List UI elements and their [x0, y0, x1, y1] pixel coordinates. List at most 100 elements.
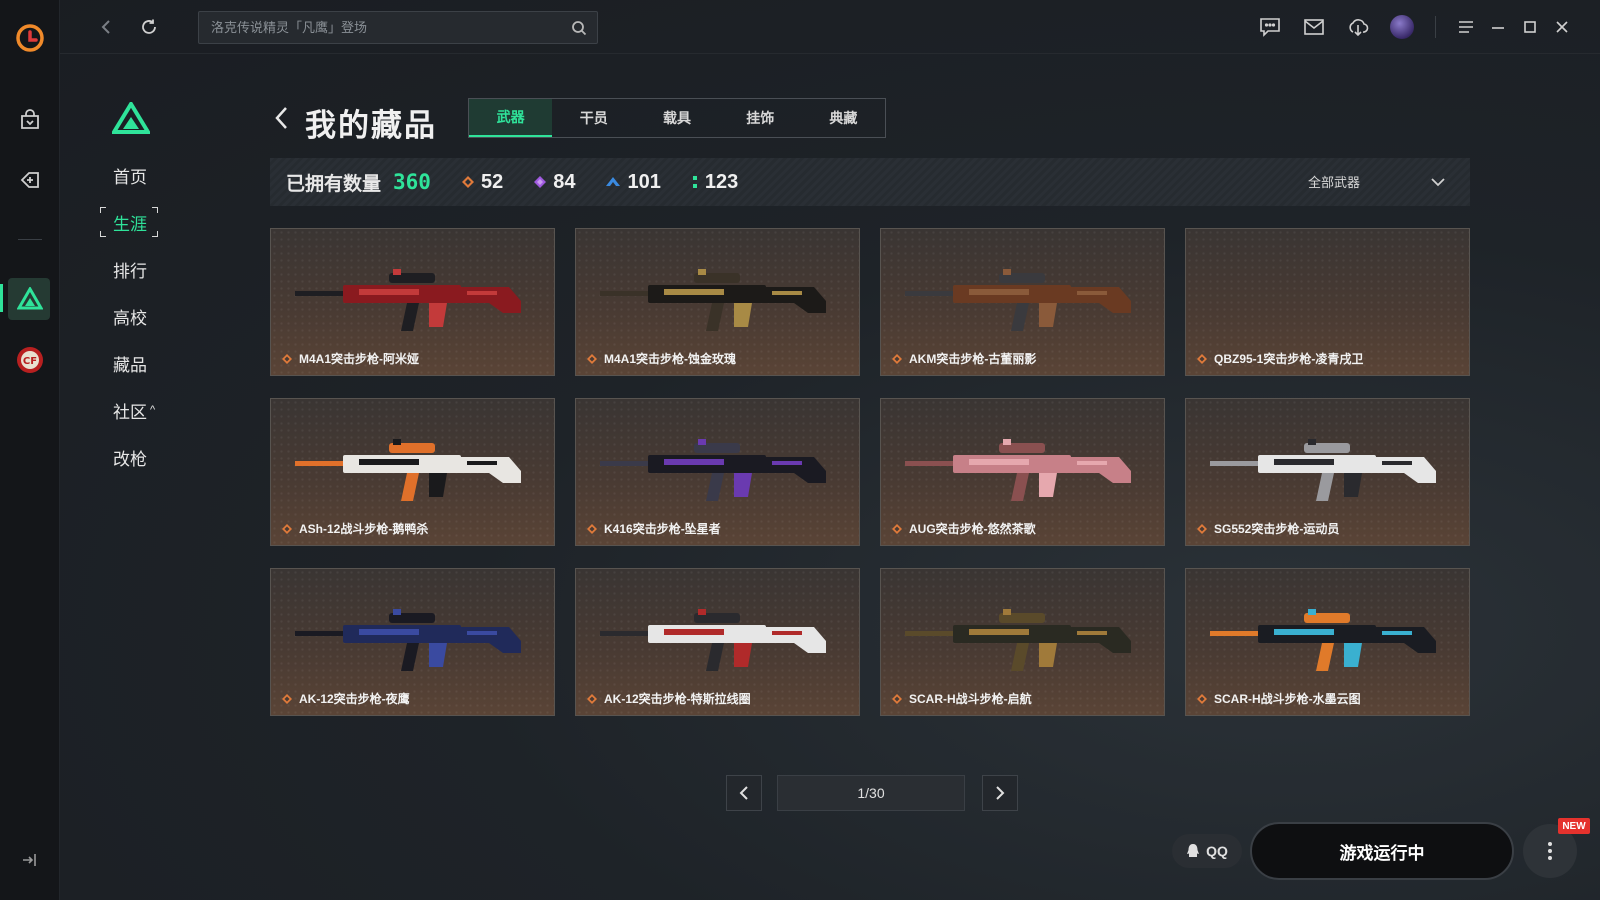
new-badge: NEW: [1558, 818, 1590, 834]
weapon-card[interactable]: AUG突击步枪-悠然茶歌: [880, 398, 1165, 546]
crossfire-game-icon[interactable]: CF: [10, 340, 50, 380]
weapon-filter-dropdown[interactable]: 全部武器: [1308, 172, 1446, 191]
nav-item-ranking[interactable]: 排行: [100, 252, 180, 286]
back-nav-icon[interactable]: [93, 14, 119, 40]
weapon-card[interactable]: SG552突击步枪-运动员: [1185, 398, 1470, 546]
minimize-icon[interactable]: [1484, 14, 1512, 40]
weapon-image: [905, 439, 1131, 501]
back-arrow-icon[interactable]: [272, 104, 290, 137]
orange-diamond-icon: [892, 353, 902, 364]
qq-label: QQ: [1206, 843, 1228, 859]
collapse-sidebar-icon[interactable]: [20, 852, 38, 873]
next-page-button[interactable]: [982, 775, 1018, 811]
maximize-icon[interactable]: [1516, 14, 1544, 40]
nav-item-gunsmith[interactable]: 改枪: [100, 440, 180, 474]
weapon-name: SCAR-H战斗步枪-启航: [909, 692, 1032, 706]
weapon-card[interactable]: SCAR-H战斗步枪-水墨云图: [1185, 568, 1470, 716]
weapon-name: AKM突击步枪-古董丽影: [909, 352, 1037, 366]
orange-diamond-icon: [587, 523, 597, 534]
frame-corner: [100, 207, 106, 213]
app-logo-icon[interactable]: [10, 18, 50, 58]
download-icon[interactable]: [1344, 14, 1372, 40]
page-indicator: 1/30: [777, 775, 965, 811]
weapon-name: K416突击步枪-坠星者: [604, 522, 721, 536]
weapon-image: [1210, 609, 1436, 671]
close-icon[interactable]: [1548, 14, 1576, 40]
tab-vehicles[interactable]: 载具: [635, 99, 718, 137]
weapon-name: ASh-12战斗步枪-鹅鸭杀: [299, 522, 429, 536]
chevron-right-icon: [996, 786, 1005, 800]
weapon-image: [600, 439, 826, 501]
weapon-image: [295, 439, 521, 501]
owned-count-label: 已拥有数量: [286, 173, 382, 195]
orange-diamond-icon: [282, 693, 292, 704]
nav-item-collection[interactable]: 藏品: [100, 346, 180, 380]
stats-bar: 已拥有数量 360 52 84 101 123 全部武器: [270, 158, 1470, 206]
weapon-image: [600, 609, 826, 671]
nav-item-career[interactable]: 生涯: [100, 205, 180, 239]
weapon-card[interactable]: ASh-12战斗步枪-鹅鸭杀: [270, 398, 555, 546]
weapon-card[interactable]: M4A1突击步枪-阿米娅: [270, 228, 555, 376]
nav-item-college[interactable]: 高校: [100, 299, 180, 333]
nav-item-label: 排行: [113, 261, 147, 281]
weapon-card[interactable]: K416突击步枪-坠星者: [575, 398, 860, 546]
owned-count-value: 360: [393, 170, 431, 194]
orange-diamond-icon: [461, 176, 474, 188]
weapon-caption: SCAR-H战斗步枪-水墨云图: [1196, 690, 1361, 707]
search-box[interactable]: [198, 11, 598, 44]
weapon-caption: M4A1突击步枪-阿米娅: [281, 350, 419, 367]
orange-diamond-icon: [587, 353, 597, 364]
weapon-card[interactable]: M4A1突击步枪-蚀金玫瑰: [575, 228, 860, 376]
purple-diamond-icon: [534, 176, 547, 188]
weapon-name: SG552突击步枪-运动员: [1214, 522, 1340, 536]
rarity-count-value: 52: [480, 170, 504, 193]
store-bag-icon[interactable]: [10, 100, 50, 140]
weapon-caption: SG552突击步枪-运动员: [1196, 520, 1339, 537]
weapon-image: [600, 269, 826, 331]
tab-collection-vault[interactable]: 典藏: [802, 99, 885, 137]
nav-item-label: 藏品: [113, 355, 147, 375]
orange-diamond-icon: [1197, 353, 1207, 364]
green-dots-icon: [692, 176, 697, 188]
weapon-caption: QBZ95-1突击步枪-凌青戌卫: [1196, 350, 1363, 367]
search-icon[interactable]: [571, 20, 587, 41]
user-avatar[interactable]: [1388, 14, 1416, 40]
weapon-name: M4A1突击步枪-阿米娅: [299, 352, 420, 366]
tab-weapons[interactable]: 武器: [469, 99, 553, 137]
chat-icon[interactable]: [1256, 14, 1284, 40]
weapon-image: [1210, 439, 1436, 501]
nav-item-community[interactable]: 社区 ^: [100, 393, 180, 427]
qq-penguin-icon: [1187, 844, 1200, 857]
kebab-menu-icon: [1548, 842, 1552, 860]
menu-icon[interactable]: [1452, 14, 1480, 40]
chevron-down-icon: [1431, 177, 1445, 186]
weapon-name: AK-12突击步枪-特斯拉线圈: [604, 692, 751, 706]
delta-force-logo-icon: [110, 100, 152, 139]
rarity-count-blue: 101: [605, 171, 661, 194]
game-running-button[interactable]: 游戏运行中: [1250, 822, 1514, 880]
nav-item-home[interactable]: 首页: [100, 158, 180, 192]
prev-page-button[interactable]: [726, 775, 762, 811]
weapon-name: QBZ95-1突击步枪-凌青戌卫: [1214, 352, 1364, 366]
weapon-caption: ASh-12战斗步枪-鹅鸭杀: [281, 520, 428, 537]
weapon-card[interactable]: QBZ95-1突击步枪-凌青戌卫: [1185, 228, 1470, 376]
left-rail: CF: [0, 0, 60, 900]
qq-button[interactable]: QQ: [1172, 834, 1242, 868]
mail-icon[interactable]: [1300, 14, 1328, 40]
svg-text:CF: CF: [23, 356, 37, 367]
tab-operators[interactable]: 干员: [552, 99, 635, 137]
weapon-card[interactable]: AK-12突击步枪-夜鹰: [270, 568, 555, 716]
weapon-name: AUG突击步枪-悠然茶歌: [909, 522, 1036, 536]
weapon-card[interactable]: SCAR-H战斗步枪-启航: [880, 568, 1165, 716]
games-tag-icon[interactable]: [10, 160, 50, 200]
weapon-card[interactable]: AK-12突击步枪-特斯拉线圈: [575, 568, 860, 716]
weapon-image: [295, 609, 521, 671]
refresh-icon[interactable]: [136, 14, 162, 40]
delta-force-game-icon[interactable]: [10, 279, 50, 319]
weapon-image: [295, 269, 521, 331]
search-input[interactable]: [211, 20, 561, 35]
chevron-up-icon: ^: [150, 404, 156, 416]
tab-charms[interactable]: 挂饰: [719, 99, 802, 137]
nav-item-label: 改枪: [113, 449, 147, 469]
weapon-card[interactable]: AKM突击步枪-古董丽影: [880, 228, 1165, 376]
